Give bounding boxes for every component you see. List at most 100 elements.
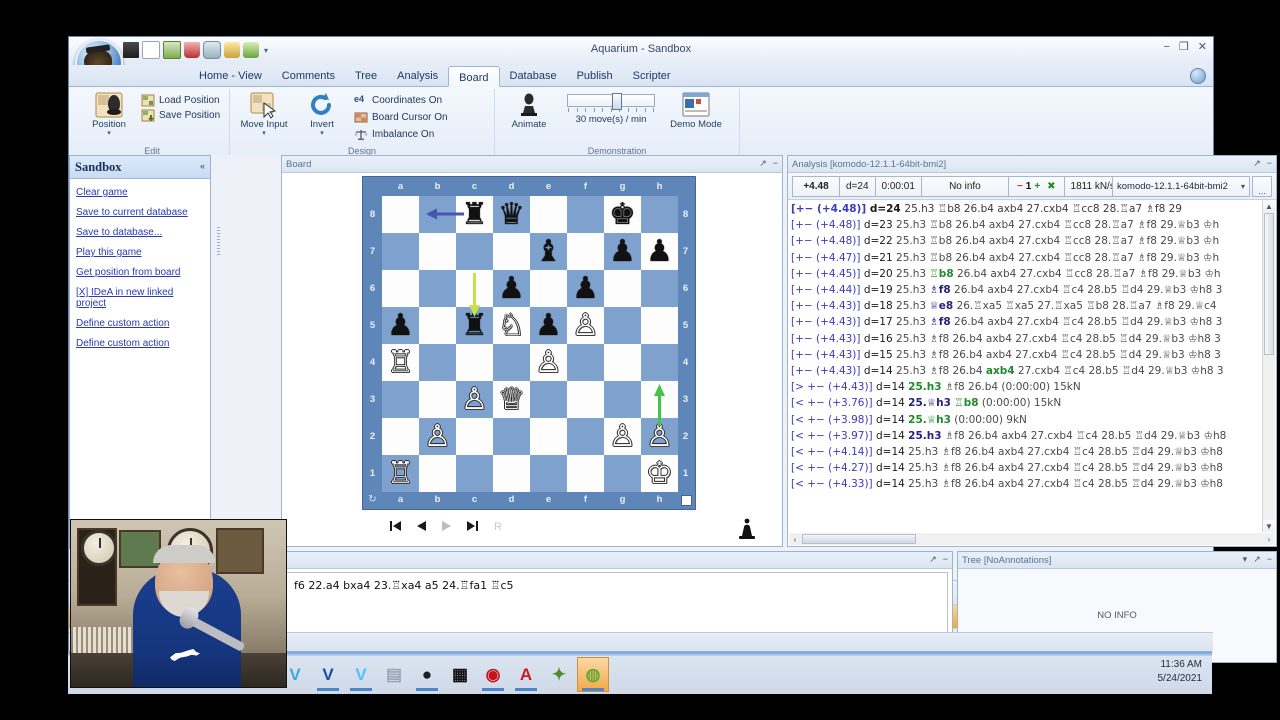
square-g7[interactable]: ♟: [604, 233, 641, 270]
square-f6[interactable]: ♟: [567, 270, 604, 307]
analysis-line[interactable]: [+− (+4.48)] d=23 25.h3 ♖b8 26.b4 axb4 2…: [791, 217, 1263, 233]
square-g3[interactable]: [604, 381, 641, 418]
increase-lines-icon[interactable]: +: [1034, 181, 1040, 192]
tree-panel-minimize-icon[interactable]: −: [1267, 553, 1272, 565]
square-f8[interactable]: [567, 196, 604, 233]
board-panel-minimize-icon[interactable]: −: [773, 157, 778, 169]
tab-scripter[interactable]: Scripter: [623, 65, 681, 86]
piece-bp-d6[interactable]: ♟: [493, 270, 530, 307]
evaluation-score-button[interactable]: +4.48: [792, 175, 840, 197]
analysis-line[interactable]: [< +− (+3.76)] d=14 25.♕h3 ♖b8 (0:00:00)…: [791, 395, 1263, 411]
taskbar-record-icon[interactable]: ◉: [478, 658, 508, 691]
piece-wp-f5[interactable]: ♙: [567, 307, 604, 344]
engine-options-button[interactable]: ...: [1252, 176, 1272, 197]
taskbar-chessboard-icon[interactable]: ▦: [445, 658, 475, 691]
tab-board[interactable]: Board: [448, 66, 500, 87]
analysis-line[interactable]: [+− (+4.44)] d=19 25.h3 ♗f8 26.b4 axb4 2…: [791, 282, 1263, 298]
square-f7[interactable]: [567, 233, 604, 270]
square-a2[interactable]: [382, 418, 419, 455]
link-save-current-database[interactable]: Save to current database: [76, 207, 204, 218]
collapse-sidebar-icon[interactable]: «: [200, 161, 205, 171]
analysis-vscroll-thumb[interactable]: [1264, 213, 1274, 355]
tab-tree[interactable]: Tree: [345, 65, 387, 86]
demo-speed-slider[interactable]: [567, 93, 655, 110]
square-g2[interactable]: ♙: [604, 418, 641, 455]
square-d5[interactable]: ♘: [493, 307, 530, 344]
analysis-line[interactable]: [> +− (+4.43)] d=14 25.h3 ♗f8 26.b4 (0:0…: [791, 379, 1263, 395]
square-d1[interactable]: [493, 455, 530, 492]
board-cursor-toggle[interactable]: Board Cursor On: [354, 111, 448, 124]
tab-database[interactable]: Database: [500, 65, 567, 86]
scroll-right-icon[interactable]: ›: [1263, 533, 1275, 545]
analysis-lines[interactable]: [+− (+4.48)] d=24 25.h3 ♖b8 26.b4 axb4 2…: [789, 200, 1263, 532]
square-h8[interactable]: [641, 196, 678, 233]
square-a3[interactable]: [382, 381, 419, 418]
analysis-vertical-scrollbar[interactable]: ▲ ▼: [1262, 200, 1275, 532]
piece-bk-g8[interactable]: ♚: [604, 196, 641, 233]
square-c7[interactable]: [456, 233, 493, 270]
tree-panel-caret-icon[interactable]: ▾: [1243, 553, 1248, 565]
analysis-line[interactable]: [+− (+4.45)] d=20 25.h3 ♖b8 26.b4 axb4 2…: [791, 266, 1263, 282]
link-clear-game[interactable]: Clear game: [76, 187, 204, 198]
analysis-panel-minimize-icon[interactable]: −: [1267, 157, 1272, 169]
board-panel-expand-icon[interactable]: ↗: [759, 157, 767, 169]
last-move-button[interactable]: [466, 519, 480, 533]
taskbar-aquarium-icon[interactable]: ◍: [577, 657, 609, 692]
load-position-button[interactable]: Load Position: [141, 94, 220, 107]
previous-move-button[interactable]: [414, 519, 428, 533]
piece-wr-a4[interactable]: ♖: [382, 344, 419, 381]
elapsed-time-button[interactable]: 0:00:01: [874, 175, 922, 197]
square-a1[interactable]: ♖: [382, 455, 419, 492]
taskbar-chess-ball-icon[interactable]: ●: [412, 658, 442, 691]
tab-home-view[interactable]: Home - View: [189, 65, 272, 86]
depth-button[interactable]: d=24: [839, 175, 876, 197]
analysis-panel-expand-icon[interactable]: ↗: [1253, 157, 1261, 169]
tab-publish[interactable]: Publish: [567, 65, 623, 86]
square-h2[interactable]: ♙: [641, 384, 678, 455]
square-b4[interactable]: [419, 344, 456, 381]
invert-dropdown-icon[interactable]: ▾: [320, 130, 324, 137]
position-button[interactable]: Position ▾: [83, 91, 135, 137]
invert-button[interactable]: Invert ▾: [296, 91, 348, 137]
scroll-left-icon[interactable]: ‹: [789, 533, 801, 545]
analysis-line[interactable]: [< +− (+4.33)] d=14 25.h3 ♗f8 26.b4 axb4…: [791, 476, 1263, 492]
square-e4[interactable]: ♙: [530, 344, 567, 381]
square-b5[interactable]: [419, 307, 456, 344]
analysis-line[interactable]: [+− (+4.43)] d=15 25.h3 ♗f8 26.b4 axb4 2…: [791, 347, 1263, 363]
analysis-line[interactable]: [+− (+4.43)] d=17 25.h3 ♗f8 26.b4 axb4 2…: [791, 314, 1263, 330]
tab-comments[interactable]: Comments: [272, 65, 345, 86]
analysis-line[interactable]: [+− (+4.43)] d=14 25.h3 ♗f8 26.b4 axb4 2…: [791, 363, 1263, 379]
analysis-hscroll-thumb[interactable]: [802, 534, 916, 544]
engine-select[interactable]: komodo-12.1.1-64bit-bmi2 ▾: [1112, 176, 1250, 197]
analysis-line[interactable]: [< +− (+4.27)] d=14 25.h3 ♗f8 26.b4 axb4…: [791, 460, 1263, 476]
square-e6[interactable]: [530, 270, 567, 307]
piece-wn-d5[interactable]: ♘: [493, 307, 530, 344]
square-a7[interactable]: [382, 233, 419, 270]
replay-button[interactable]: R: [492, 519, 506, 533]
taskbar-clock[interactable]: 11:36 AM 5/24/2021: [1158, 658, 1203, 686]
square-e5[interactable]: ♟: [530, 307, 567, 344]
square-d8[interactable]: ♛: [493, 196, 530, 233]
square-c2[interactable]: [456, 418, 493, 455]
link-get-position-from-board[interactable]: Get position from board: [76, 267, 204, 278]
taskbar-frog-icon[interactable]: ✦: [544, 658, 574, 691]
square-h5[interactable]: [641, 307, 678, 344]
sidebar-splitter[interactable]: [216, 225, 221, 335]
piece-bp-g7[interactable]: ♟: [604, 233, 641, 270]
piece-bp-h7[interactable]: ♟: [641, 233, 678, 270]
coordinates-toggle[interactable]: e4 Coordinates On: [354, 94, 448, 107]
analysis-line[interactable]: [+− (+4.48)] d=24 25.h3 ♖b8 26.b4 axb4 2…: [791, 201, 1263, 217]
square-e2[interactable]: [530, 418, 567, 455]
piece-bq-d8[interactable]: ♛: [493, 196, 530, 233]
square-f1[interactable]: [567, 455, 604, 492]
chevron-down-icon[interactable]: ▾: [1241, 182, 1245, 191]
decrease-lines-icon[interactable]: −: [1017, 181, 1023, 192]
piece-wq-d3[interactable]: ♕: [493, 381, 530, 418]
imbalance-toggle[interactable]: Imbalance On: [354, 128, 448, 141]
square-f4[interactable]: [567, 344, 604, 381]
piece-wp-g2[interactable]: ♙: [604, 418, 641, 455]
square-h4[interactable]: [641, 344, 678, 381]
link-define-custom-action-2[interactable]: Define custom action: [76, 338, 204, 349]
minimize-button[interactable]: −: [1163, 41, 1169, 53]
piece-wp-c3[interactable]: ♙: [456, 381, 493, 418]
